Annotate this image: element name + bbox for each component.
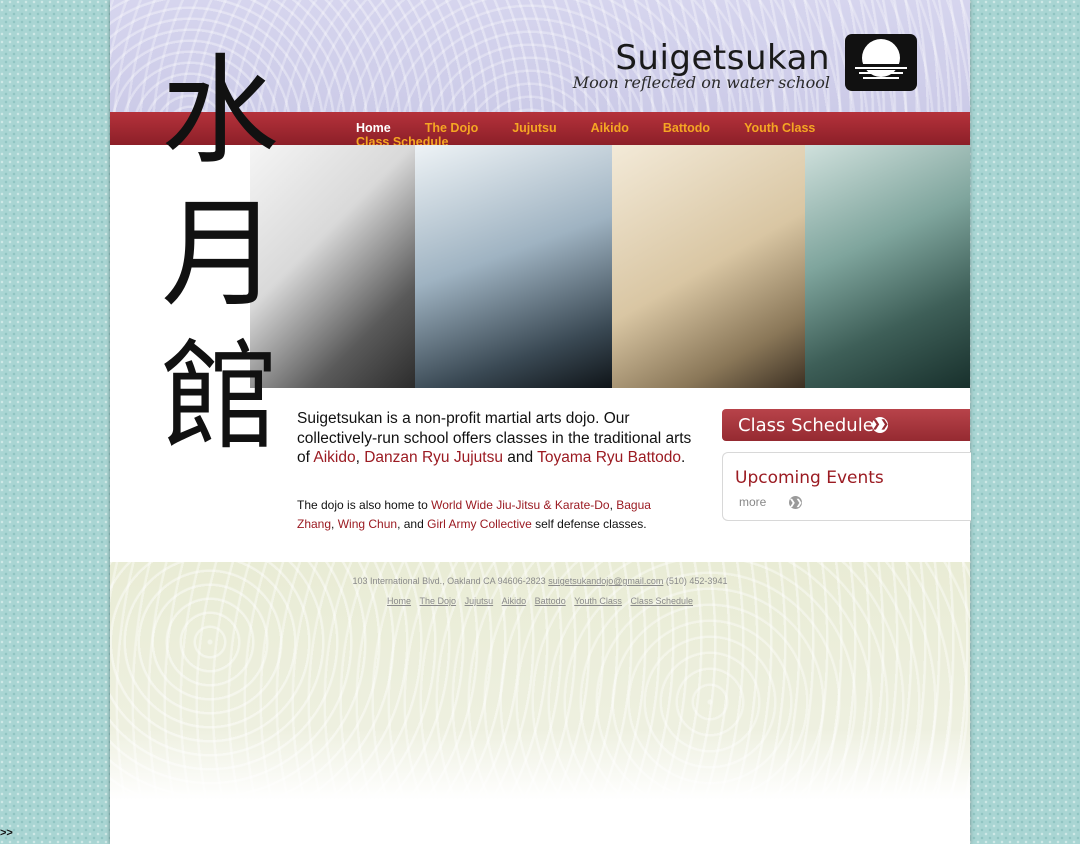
nav-item-home[interactable]: Home	[356, 121, 391, 135]
nav-item-youth-class[interactable]: Youth Class	[744, 121, 815, 135]
secondary-sep: ,	[331, 517, 338, 531]
nav-item-the-dojo[interactable]: The Dojo	[425, 121, 478, 135]
intro-sep: ,	[355, 449, 365, 466]
site-title[interactable]: Suigetsukan	[615, 38, 830, 78]
footer-email-link[interactable]: suigetsukandojo@gmail.com	[548, 576, 663, 586]
hero-photo-battodo-sword	[805, 145, 970, 388]
wing-chun-link[interactable]: Wing Chun	[338, 517, 397, 531]
upcoming-events-title: Upcoming Events	[735, 468, 884, 488]
footer-address: 103 International Blvd., Oakland CA 9460…	[352, 576, 546, 586]
toyama-ryu-battodo-link[interactable]: Toyama Ryu Battodo	[537, 449, 681, 466]
secondary-paragraph: The dojo is also home to World Wide Jiu-…	[297, 496, 677, 534]
nav-item-aikido[interactable]: Aikido	[591, 121, 629, 135]
footer-phone: (510) 452-3941	[665, 576, 728, 586]
secondary-sep: , and	[397, 517, 428, 531]
class-schedule-button[interactable]: Class Schedule ❯❯	[722, 409, 970, 441]
events-more-label: more	[739, 495, 767, 509]
footer-link-battodo[interactable]: Battodo	[535, 596, 566, 606]
site-subtitle: Moon reflected on water school	[572, 73, 830, 92]
secondary-end: self defense classes.	[531, 517, 647, 531]
footer-link-youth-class[interactable]: Youth Class	[574, 596, 622, 606]
footer-link-the-dojo[interactable]: The Dojo	[420, 596, 457, 606]
page-container: Suigetsukan Moon reflected on water scho…	[110, 0, 971, 844]
world-wide-jiu-jitsu-link[interactable]: World Wide Jiu-Jitsu & Karate-Do	[431, 498, 610, 512]
secondary-text: The dojo is also home to	[297, 498, 432, 512]
chevron-right-icon: ❯❯	[872, 417, 889, 433]
footer-link-jujutsu[interactable]: Jujutsu	[465, 596, 494, 606]
nav-item-class-schedule[interactable]: Class Schedule	[356, 135, 448, 145]
footer-contact: 103 International Blvd., Oakland CA 9460…	[110, 576, 970, 586]
hero-photo-jujutsu-pin	[415, 145, 612, 388]
footer-link-home[interactable]: Home	[387, 596, 411, 606]
kanji-water: 水	[160, 42, 279, 180]
chevron-right-icon: ❯❯	[789, 496, 803, 509]
hero-photo-jujutsu-throw	[612, 145, 805, 388]
nav-item-battodo[interactable]: Battodo	[663, 121, 710, 135]
aikido-link[interactable]: Aikido	[313, 449, 355, 466]
upcoming-events-box: Upcoming Events more ❯❯	[722, 452, 971, 521]
nav-item-jujutsu[interactable]: Jujutsu	[512, 121, 556, 135]
intro-paragraph: Suigetsukan is a non-profit martial arts…	[297, 409, 697, 468]
site-footer: 103 International Blvd., Oakland CA 9460…	[110, 562, 970, 800]
class-schedule-button-label: Class Schedule	[738, 415, 874, 436]
moon-logo-icon[interactable]	[845, 34, 917, 91]
kanji-calligraphy: 水 月 館	[145, 40, 295, 469]
footer-link-aikido[interactable]: Aikido	[502, 596, 527, 606]
danzan-ryu-jujutsu-link[interactable]: Danzan Ryu Jujutsu	[364, 449, 503, 466]
girl-army-collective-link[interactable]: Girl Army Collective	[427, 517, 532, 531]
footer-nav: Home The Dojo Jujutsu Aikido Battodo You…	[110, 596, 970, 606]
hero-photo-strip	[250, 145, 970, 388]
intro-sep: and	[502, 449, 538, 466]
footer-link-class-schedule[interactable]: Class Schedule	[630, 596, 693, 606]
events-more-link[interactable]: more ❯❯	[739, 495, 802, 509]
kanji-moon: 月	[160, 185, 279, 323]
kanji-hall: 館	[160, 328, 279, 466]
intro-end: .	[681, 449, 686, 466]
corner-marker: >>	[0, 827, 13, 839]
